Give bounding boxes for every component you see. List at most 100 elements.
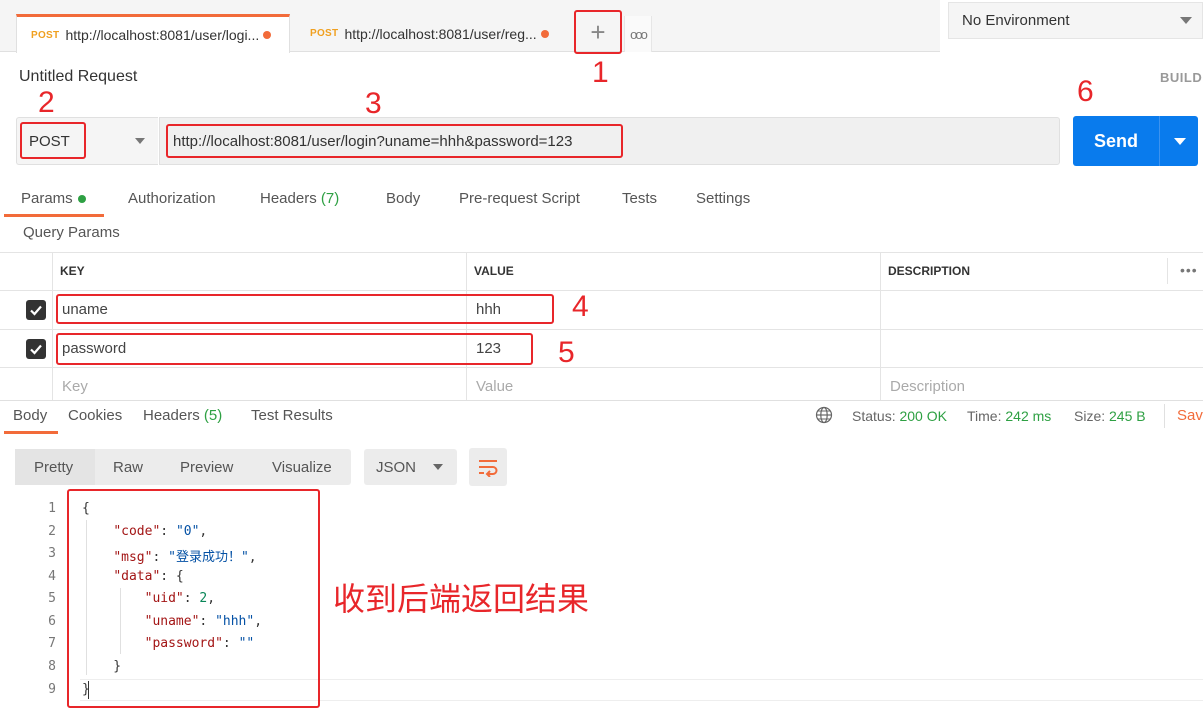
send-button[interactable]: Send bbox=[1073, 116, 1159, 166]
active-dot-icon bbox=[77, 195, 86, 204]
annotation-box-response bbox=[67, 489, 320, 708]
annotation-box-url bbox=[166, 124, 623, 158]
status-value[interactable]: 200 OK bbox=[899, 408, 946, 424]
new-key-input[interactable]: Key bbox=[62, 378, 88, 395]
query-params-title: Query Params bbox=[23, 224, 120, 241]
line-number: 9 bbox=[48, 682, 56, 697]
time-info: Time: 242 ms bbox=[967, 408, 1051, 424]
check-icon bbox=[30, 344, 42, 355]
param-checkbox[interactable] bbox=[26, 339, 46, 359]
size-info: Size: 245 B bbox=[1074, 408, 1146, 424]
wrap-icon bbox=[479, 460, 498, 477]
annotation-box-param-password bbox=[56, 333, 533, 365]
divider bbox=[1164, 404, 1165, 428]
line-number: 3 bbox=[48, 546, 56, 561]
column-header-description: DESCRIPTION bbox=[888, 264, 971, 278]
column-divider bbox=[880, 252, 881, 400]
line-number: 1 bbox=[48, 501, 56, 516]
table-divider bbox=[0, 329, 1203, 330]
request-tab-register[interactable]: POST http://localhost:8081/user/reg... bbox=[296, 15, 570, 52]
tab-count: (7) bbox=[320, 190, 340, 207]
tab-headers[interactable]: Headers (7) bbox=[260, 190, 339, 207]
tab-label: Headers bbox=[260, 190, 317, 207]
wrap-lines-button[interactable] bbox=[469, 448, 507, 486]
view-visualize-button[interactable]: Visualize bbox=[272, 449, 332, 485]
status-info: Status: 200 OK bbox=[852, 408, 947, 424]
annotation-number: 1 bbox=[592, 56, 609, 89]
size-value[interactable]: 245 B bbox=[1109, 408, 1146, 424]
chevron-down-icon bbox=[135, 138, 145, 144]
send-options-button[interactable] bbox=[1159, 116, 1198, 166]
view-pretty-button[interactable]: Pretty bbox=[15, 449, 95, 485]
view-raw-button[interactable]: Raw bbox=[113, 449, 143, 485]
tab-test-results[interactable]: Test Results bbox=[251, 407, 333, 424]
environment-value: No Environment bbox=[962, 12, 1070, 29]
tab-pre-request-script[interactable]: Pre-request Script bbox=[459, 190, 580, 207]
tab-method: POST bbox=[310, 28, 339, 39]
column-header-value: VALUE bbox=[474, 264, 514, 278]
chevron-down-icon bbox=[433, 464, 443, 470]
annotation-box-param-uname bbox=[56, 294, 554, 324]
tab-response-body[interactable]: Body bbox=[13, 407, 47, 424]
tab-url: http://localhost:8081/user/reg... bbox=[344, 25, 537, 42]
annotation-box-method bbox=[20, 122, 86, 159]
format-select[interactable]: JSON bbox=[364, 449, 457, 485]
column-divider bbox=[1167, 258, 1168, 284]
line-number: 6 bbox=[48, 614, 56, 629]
view-preview-button[interactable]: Preview bbox=[180, 449, 233, 485]
tab-params[interactable]: Params bbox=[21, 190, 86, 207]
column-header-key: KEY bbox=[60, 264, 85, 278]
request-title[interactable]: Untitled Request bbox=[19, 68, 137, 86]
save-response-button[interactable]: Sav bbox=[1177, 407, 1203, 424]
annotation-number: 6 bbox=[1077, 75, 1094, 108]
column-divider bbox=[52, 252, 53, 400]
tab-method: POST bbox=[31, 29, 60, 41]
column-divider bbox=[466, 252, 467, 400]
tab-url: http://localhost:8081/user/logi... bbox=[65, 27, 260, 43]
tab-label: Headers bbox=[143, 407, 200, 424]
more-options-icon[interactable]: ••• bbox=[1180, 262, 1198, 278]
tab-label: Params bbox=[21, 190, 73, 207]
build-label[interactable]: BUILD bbox=[1160, 70, 1202, 85]
new-description-input[interactable]: Description bbox=[890, 378, 965, 395]
table-divider bbox=[0, 367, 1203, 368]
time-value[interactable]: 242 ms bbox=[1005, 408, 1051, 424]
globe-icon[interactable] bbox=[815, 406, 833, 427]
status-label: Status: bbox=[852, 408, 896, 424]
size-label: Size: bbox=[1074, 408, 1106, 424]
tab-cookies[interactable]: Cookies bbox=[68, 407, 122, 424]
annotation-result-note: 收到后端返回结果 bbox=[333, 581, 590, 617]
chevron-down-icon bbox=[1180, 17, 1192, 24]
time-label: Time: bbox=[967, 408, 1002, 424]
line-number: 8 bbox=[48, 659, 56, 674]
line-number: 2 bbox=[48, 524, 56, 539]
annotation-box-new-tab bbox=[574, 10, 622, 54]
tab-tests[interactable]: Tests bbox=[622, 190, 657, 207]
line-number: 5 bbox=[48, 591, 56, 606]
more-icon: ooo bbox=[630, 26, 648, 42]
chevron-down-icon bbox=[1174, 138, 1186, 145]
format-value: JSON bbox=[376, 458, 417, 476]
new-value-input[interactable]: Value bbox=[476, 378, 513, 395]
environment-select[interactable]: No Environment bbox=[948, 2, 1203, 39]
tab-settings[interactable]: Settings bbox=[696, 190, 750, 207]
annotation-number: 3 bbox=[365, 87, 382, 120]
request-tab-login[interactable]: POST http://localhost:8081/user/logi... bbox=[16, 14, 290, 53]
tab-count: (5) bbox=[203, 407, 223, 424]
param-checkbox[interactable] bbox=[26, 300, 46, 320]
unsaved-dot-icon bbox=[540, 29, 549, 38]
annotation-number: 2 bbox=[38, 86, 55, 119]
annotation-number: 4 bbox=[572, 290, 589, 323]
tab-body[interactable]: Body bbox=[386, 190, 420, 207]
table-divider bbox=[0, 290, 1203, 291]
active-tab-indicator bbox=[4, 214, 104, 217]
more-tabs-button[interactable]: ooo bbox=[624, 16, 652, 52]
tab-authorization[interactable]: Authorization bbox=[128, 190, 216, 207]
table-divider bbox=[0, 252, 1203, 253]
line-number: 7 bbox=[48, 636, 56, 651]
line-number: 4 bbox=[48, 569, 56, 584]
check-icon bbox=[30, 305, 42, 316]
active-tab-indicator bbox=[4, 431, 58, 434]
unsaved-dot-icon bbox=[263, 31, 272, 39]
tab-response-headers[interactable]: Headers (5) bbox=[143, 407, 222, 424]
